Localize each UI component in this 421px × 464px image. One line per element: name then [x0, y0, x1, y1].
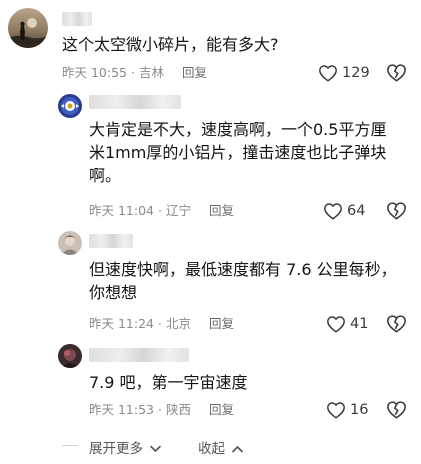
replies-footer: 展开更多 收起 [0, 433, 421, 459]
avatar[interactable] [58, 344, 82, 368]
collapse-button[interactable]: 收起 [198, 437, 244, 457]
comment-meta: 昨天 11:53 · 陕西 回复 [89, 400, 234, 420]
dislike-button[interactable] [386, 201, 407, 224]
collapse-label: 收起 [198, 441, 225, 457]
comment-time: 昨天 11:53 [89, 402, 154, 417]
reply-button[interactable]: 回复 [209, 400, 234, 420]
username-redacted[interactable] [89, 95, 181, 109]
broken-heart-icon [387, 202, 406, 220]
like-button[interactable]: 16 [326, 399, 368, 421]
reply-button[interactable]: 回复 [209, 201, 234, 221]
broken-heart-icon [387, 401, 406, 419]
comment-text: 7.9 吧，第一宇宙速度 [89, 373, 248, 392]
comment-text: 但速度快啊，最低速度都有 7.6 公里每秒， 你想想 [89, 260, 397, 302]
like-button[interactable]: 64 [323, 200, 365, 222]
meta-separator: · [130, 65, 135, 80]
comment-location: 辽宁 [165, 203, 191, 218]
meta-separator: · [157, 316, 162, 331]
like-count: 16 [350, 402, 369, 418]
footer-divider [62, 445, 78, 446]
heart-outline-icon [327, 316, 345, 333]
dislike-button[interactable] [386, 63, 407, 86]
expand-more-button[interactable]: 展开更多 [89, 437, 162, 457]
reply-1: 大肯定是不大，速度高啊，一个0.5平方厘 米1mm厚的小铝片，撞击速度也比子弹块… [0, 88, 421, 225]
chevron-down-icon [150, 445, 162, 452]
avatar[interactable] [8, 8, 48, 48]
reply-3: 7.9 吧，第一宇宙速度 昨天 11:53 · 陕西 回复 16 [0, 340, 421, 430]
expand-more-label: 展开更多 [89, 441, 143, 457]
reply-button[interactable]: 回复 [182, 63, 207, 83]
avatar-image [8, 8, 48, 48]
avatar-image [58, 231, 82, 255]
like-count: 41 [350, 316, 369, 332]
comment-time: 昨天 10:55 [62, 65, 127, 80]
comment-location: 北京 [165, 316, 191, 331]
heart-outline-icon [324, 203, 342, 220]
dislike-button[interactable] [386, 400, 407, 423]
broken-heart-icon [387, 315, 406, 333]
avatar-image [58, 344, 82, 368]
comment-text: 这个太空微小碎片，能有多大? [62, 35, 279, 54]
comment-time: 昨天 11:24 [89, 316, 154, 331]
comment-meta: 昨天 11:24 · 北京 回复 [89, 314, 234, 334]
username-redacted[interactable] [89, 234, 133, 248]
like-count: 64 [347, 203, 366, 219]
avatar-image [58, 94, 82, 118]
comment-location: 陕西 [165, 402, 191, 417]
comment-location: 吉林 [138, 65, 164, 80]
like-button[interactable]: 129 [318, 62, 370, 84]
comment-meta: 昨天 11:04 · 辽宁 回复 [89, 201, 234, 221]
username-redacted[interactable] [62, 12, 92, 26]
comment-1: 这个太空微小碎片，能有多大? 昨天 10:55 · 吉林 回复 129 [0, 0, 421, 88]
comment-meta: 昨天 10:55 · 吉林 回复 [62, 63, 207, 83]
chevron-up-icon [232, 446, 244, 453]
heart-outline-icon [319, 65, 337, 82]
like-button[interactable]: 41 [326, 313, 368, 335]
meta-separator: · [157, 402, 162, 417]
meta-separator: · [157, 203, 162, 218]
dislike-button[interactable] [386, 314, 407, 337]
heart-outline-icon [327, 402, 345, 419]
comment-time: 昨天 11:04 [89, 203, 154, 218]
username-redacted[interactable] [89, 348, 189, 362]
reply-2: 但速度快啊，最低速度都有 7.6 公里每秒， 你想想 昨天 11:24 · 北京… [0, 225, 421, 340]
reply-button[interactable]: 回复 [209, 314, 234, 334]
avatar[interactable] [58, 94, 82, 118]
comment-text: 大肯定是不大，速度高啊，一个0.5平方厘 米1mm厚的小铝片，撞击速度也比子弹块… [89, 120, 387, 185]
like-count: 129 [342, 65, 370, 81]
broken-heart-icon [387, 64, 406, 82]
avatar[interactable] [58, 231, 82, 255]
